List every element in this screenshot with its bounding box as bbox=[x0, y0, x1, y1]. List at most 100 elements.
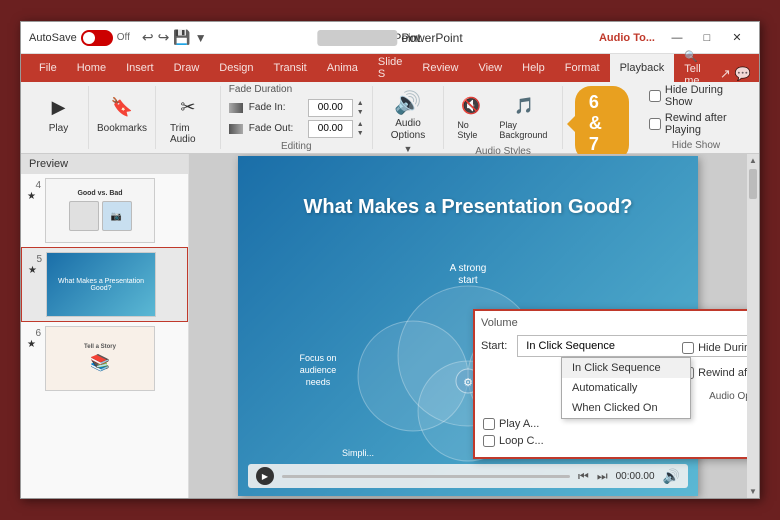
tab-draw[interactable]: Draw bbox=[164, 54, 210, 82]
minimize-button[interactable]: — bbox=[663, 27, 691, 49]
tab-slide-show[interactable]: Slide S bbox=[368, 54, 412, 82]
ribbon-content: ▶ Play 🔖 Bookmarks ✂ Trim Audio Fade Dur… bbox=[21, 82, 759, 154]
volume-icon[interactable]: 🔊 bbox=[663, 468, 680, 485]
play-background-label: Play Background bbox=[499, 120, 549, 140]
step-callout: 6 & 7 bbox=[575, 86, 629, 161]
hide-during-show-option[interactable]: Hide During Show bbox=[680, 341, 747, 355]
slide-thumb-4: Good vs. Bad 📷 bbox=[45, 178, 155, 243]
title-bar: AutoSave Off ↩ ↪ 💾 ▼ PowerPoint PowerPoi… bbox=[21, 22, 759, 54]
rewind-after-row[interactable]: Rewind after Playing bbox=[649, 112, 743, 136]
fade-in-input[interactable] bbox=[308, 99, 353, 117]
audio-options-arrow: ▼ bbox=[404, 144, 413, 154]
main-area: Preview 4 ★ Good vs. Bad 📷 bbox=[21, 154, 759, 498]
tab-tell-me[interactable]: 🔍 Tell me bbox=[674, 54, 720, 82]
hide-during-label: Hide During Show bbox=[698, 342, 747, 354]
redo-icon[interactable]: ↪ bbox=[158, 29, 170, 46]
autosave-label: AutoSave bbox=[29, 32, 77, 44]
tab-insert[interactable]: Insert bbox=[116, 54, 164, 82]
tab-home[interactable]: Home bbox=[67, 54, 116, 82]
option-when-clicked-on[interactable]: When Clicked On bbox=[562, 398, 690, 418]
fade-in-spinner[interactable]: ▲ ▼ bbox=[357, 99, 364, 117]
play-label: Play bbox=[49, 123, 68, 134]
no-style-button[interactable]: 🔇 No Style bbox=[452, 90, 490, 142]
quick-access-icon[interactable]: 💾 bbox=[173, 29, 190, 46]
scroll-thumb[interactable] bbox=[749, 169, 757, 199]
slide-num-5: 5 bbox=[28, 252, 42, 265]
fade-in-row: Fade In: ▲ ▼ bbox=[229, 99, 364, 117]
slides-sidebar: Preview 4 ★ Good vs. Bad 📷 bbox=[21, 154, 189, 498]
option-automatically[interactable]: Automatically bbox=[562, 378, 690, 398]
rewind-after-label: Rewind after Playing bbox=[665, 112, 743, 136]
play-across-option[interactable]: Play A... bbox=[481, 417, 747, 431]
scroll-down-button[interactable]: ▼ bbox=[749, 485, 757, 498]
play-group: ▶ Play bbox=[29, 86, 89, 149]
editing-group-label: Editing bbox=[229, 141, 364, 152]
start-menu: In Click Sequence Automatically When Cli… bbox=[561, 357, 691, 419]
restore-button[interactable]: □ bbox=[693, 27, 721, 49]
share-icon[interactable]: ↗ bbox=[720, 66, 731, 82]
tab-review[interactable]: Review bbox=[412, 54, 468, 82]
ribbon-tabs: File Home Insert Draw Design Transit Ani… bbox=[21, 54, 759, 82]
option-in-click-sequence[interactable]: In Click Sequence bbox=[562, 358, 690, 378]
audio-progress-bar[interactable] bbox=[282, 475, 570, 478]
next-icon[interactable]: ⏭ bbox=[597, 469, 608, 484]
tab-format[interactable]: Format bbox=[555, 54, 610, 82]
slide-star-5: ★ bbox=[28, 265, 37, 276]
rewind-label: Rewind after Playing bbox=[698, 367, 747, 379]
audio-options-label: Audio Options bbox=[383, 118, 434, 142]
fade-out-spinner[interactable]: ▲ ▼ bbox=[357, 120, 364, 138]
play-background-icon: 🎵 bbox=[510, 92, 538, 120]
play-background-button[interactable]: 🎵 Play Background bbox=[494, 90, 554, 142]
svg-text:needs: needs bbox=[306, 377, 331, 387]
trim-button[interactable]: ✂ Trim Audio bbox=[164, 90, 212, 148]
tab-file[interactable]: File bbox=[29, 54, 67, 82]
play-button[interactable]: ▶ Play bbox=[39, 90, 79, 137]
play-across-checkbox[interactable] bbox=[483, 418, 495, 430]
toggle-knob bbox=[83, 32, 95, 44]
slide-star-4: ★ bbox=[27, 191, 36, 202]
bookmarks-group: 🔖 Bookmarks bbox=[89, 86, 156, 149]
slides-list: 4 ★ Good vs. Bad 📷 bbox=[21, 174, 188, 498]
tab-playback[interactable]: Playback bbox=[610, 54, 675, 82]
rewind-after-checkbox[interactable] bbox=[649, 118, 661, 130]
bookmarks-button[interactable]: 🔖 Bookmarks bbox=[91, 90, 153, 137]
tab-help[interactable]: Help bbox=[512, 54, 555, 82]
autosave-toggle[interactable] bbox=[81, 30, 113, 46]
svg-text:Simpli...: Simpli... bbox=[342, 448, 374, 458]
hide-during-show-row[interactable]: Hide During Show bbox=[649, 84, 743, 108]
slide-info-4: 4 ★ bbox=[27, 178, 41, 202]
svg-text:start: start bbox=[458, 275, 478, 286]
close-button[interactable]: ✕ bbox=[723, 27, 751, 49]
slide-item-4[interactable]: 4 ★ Good vs. Bad 📷 bbox=[21, 174, 188, 247]
audio-options-button[interactable]: 🔊 Audio Options ▼ bbox=[373, 86, 445, 149]
slide-item-5[interactable]: 5 ★ What Makes a Presentation Good? bbox=[21, 247, 188, 322]
scroll-up-button[interactable]: ▲ bbox=[749, 154, 757, 167]
start-label: Start: bbox=[481, 340, 507, 352]
toggle-state-label: Off bbox=[117, 32, 130, 43]
loop-checkbox[interactable] bbox=[483, 435, 495, 447]
prev-icon[interactable]: ⏮ bbox=[578, 469, 589, 484]
trim-group: ✂ Trim Audio bbox=[156, 86, 221, 149]
hide-during-checkbox[interactable] bbox=[682, 342, 694, 354]
slide-info-5: 5 ★ bbox=[28, 252, 42, 276]
slide-star-6: ★ bbox=[27, 339, 36, 350]
callout-wrapper: 6 & 7 bbox=[563, 86, 641, 149]
trim-label: Trim Audio bbox=[170, 123, 206, 145]
hide-during-show-checkbox[interactable] bbox=[649, 90, 661, 102]
loop-option[interactable]: Loop C... bbox=[481, 434, 747, 448]
tab-animation[interactable]: Anima bbox=[317, 54, 368, 82]
right-scrollbar[interactable]: ▲ ▼ bbox=[747, 154, 759, 498]
slide-item-6[interactable]: 6 ★ Tell a Story 📚 bbox=[21, 322, 188, 395]
tab-transition[interactable]: Transit bbox=[264, 54, 317, 82]
fade-out-label: Fade Out: bbox=[249, 123, 304, 134]
fade-out-input[interactable] bbox=[308, 120, 353, 138]
tab-view[interactable]: View bbox=[468, 54, 512, 82]
comments-icon[interactable]: 💬 bbox=[735, 66, 751, 82]
slide-thumb-6: Tell a Story 📚 bbox=[45, 326, 155, 391]
play-audio-button[interactable]: ▶ bbox=[256, 467, 274, 485]
fade-duration-title: Fade Duration bbox=[229, 84, 364, 95]
undo-icon[interactable]: ↩ bbox=[142, 29, 154, 46]
tab-design[interactable]: Design bbox=[209, 54, 263, 82]
content-area: What Makes a Presentation Good? A strong… bbox=[189, 154, 747, 498]
customize-icon[interactable]: ▼ bbox=[195, 31, 207, 45]
